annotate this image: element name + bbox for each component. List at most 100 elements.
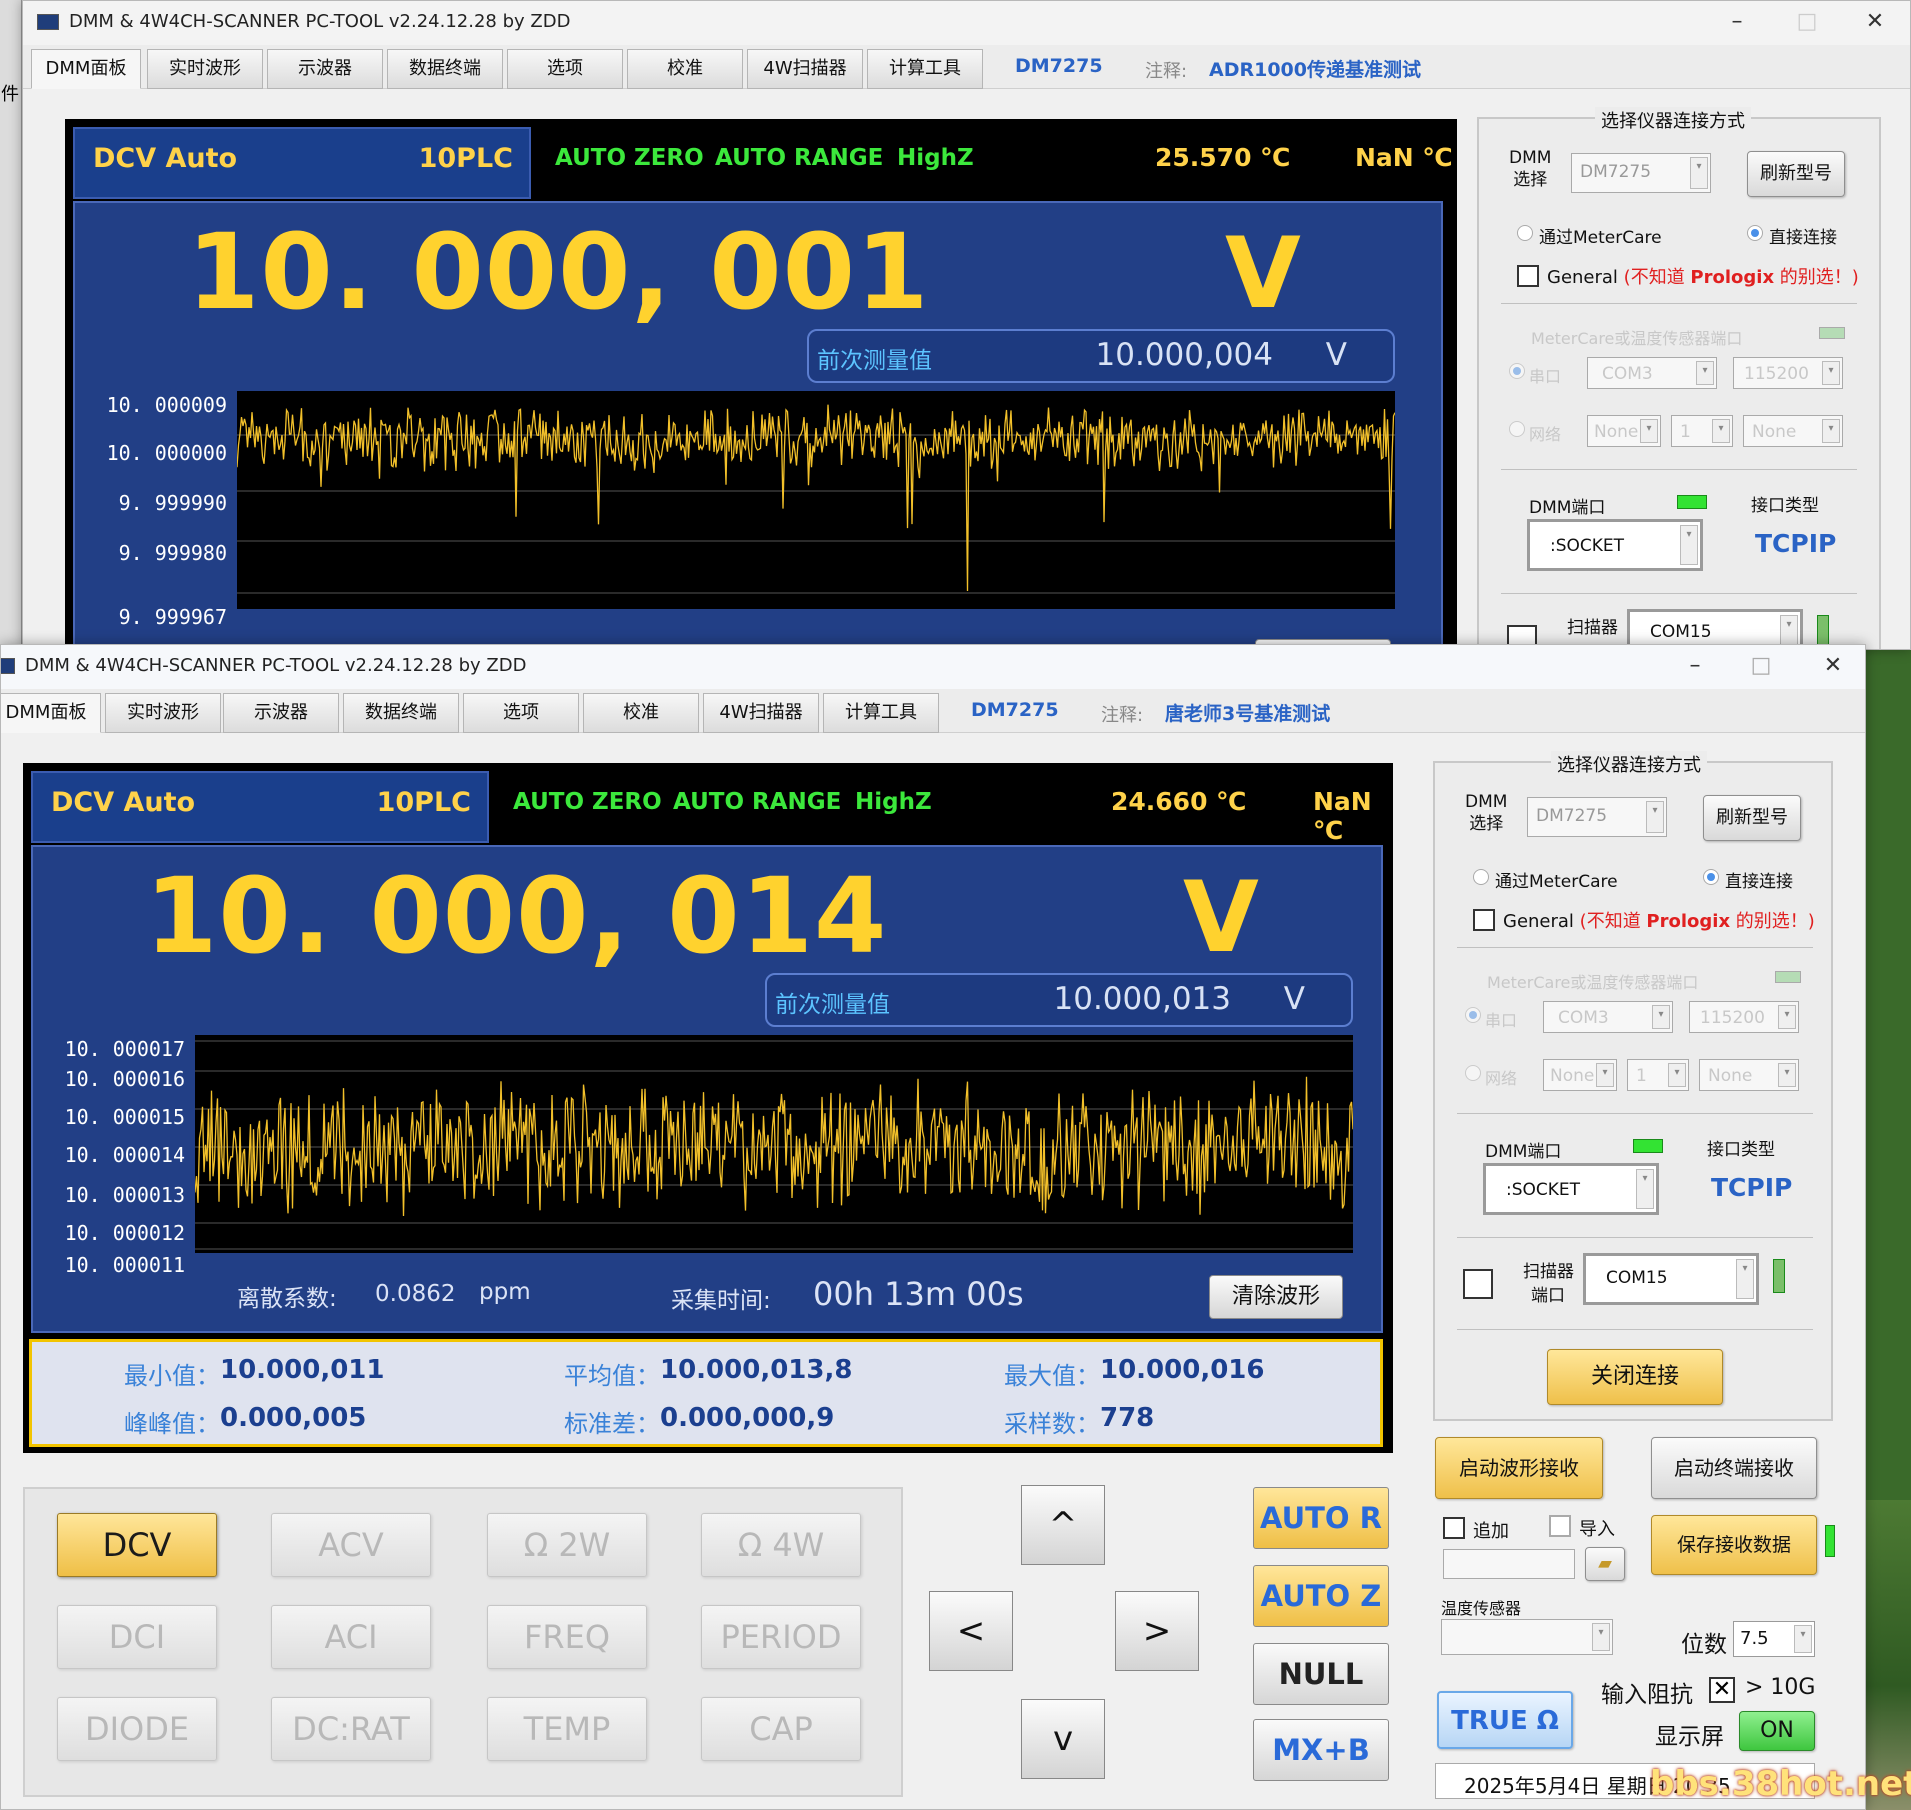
radio-direct[interactable] xyxy=(1703,869,1719,885)
maximize-button[interactable]: □ xyxy=(1783,5,1831,39)
tab-4w-scanner[interactable]: 4W扫描器 xyxy=(703,693,819,733)
radio-metercare[interactable] xyxy=(1517,225,1533,241)
network-select-3[interactable]: None ▾ xyxy=(1743,415,1843,447)
save-received-data-button[interactable]: 保存接收数据 xyxy=(1651,1515,1817,1575)
key-ohm-4w[interactable]: Ω 4W xyxy=(701,1513,861,1577)
arrow-left-button[interactable]: < xyxy=(929,1591,1013,1671)
temp-sensor-select[interactable]: ▾ xyxy=(1441,1619,1613,1655)
import-checkbox[interactable] xyxy=(1549,1515,1571,1537)
metercare-option-label: 通过MeterCare xyxy=(1539,228,1662,248)
arrow-right-button[interactable]: > xyxy=(1115,1591,1199,1671)
key-cap[interactable]: CAP xyxy=(701,1697,861,1761)
arrow-up-button[interactable]: ^ xyxy=(1021,1485,1105,1565)
tab-dmm-panel[interactable]: DMM面板 xyxy=(1,693,101,733)
start-terminal-receive-button[interactable]: 启动终端接收 xyxy=(1651,1437,1817,1499)
refresh-model-button[interactable]: 刷新型号 xyxy=(1747,151,1845,197)
refresh-model-button[interactable]: 刷新型号 xyxy=(1703,795,1801,841)
network-select-1[interactable]: None ▾ xyxy=(1543,1059,1617,1091)
tab-calc-tools[interactable]: 计算工具 xyxy=(823,693,939,733)
tab-dmm-panel[interactable]: DMM面板 xyxy=(31,49,141,89)
radio-direct[interactable] xyxy=(1747,225,1763,241)
back-window: DMM & 4W4CH-SCANNER PC-TOOL v2.24.12.28 … xyxy=(22,0,1911,650)
key-label: DC:RAT xyxy=(292,1710,410,1748)
tab-label: 校准 xyxy=(623,702,659,723)
true-ohm-button[interactable]: TRUE Ω xyxy=(1437,1691,1573,1749)
radio-network[interactable] xyxy=(1465,1065,1481,1081)
display-toggle[interactable]: ON xyxy=(1739,1711,1815,1751)
general-warning-a: (不知道 xyxy=(1623,267,1691,288)
chevron-down-icon: ▾ xyxy=(1640,419,1658,443)
key-dcv[interactable]: DCV xyxy=(57,1513,217,1577)
import-path-field[interactable] xyxy=(1443,1549,1575,1579)
key-dci[interactable]: DCI xyxy=(57,1605,217,1669)
tab-options[interactable]: 选项 xyxy=(507,49,623,89)
baud-select[interactable]: 115200 ▾ xyxy=(1733,357,1843,389)
dmm-port-select[interactable]: :SOCKET ▾ xyxy=(1483,1163,1659,1215)
network-select-2[interactable]: 1 ▾ xyxy=(1671,415,1733,447)
tab-data-terminal[interactable]: 数据终端 xyxy=(343,693,459,733)
key-freq[interactable]: FREQ xyxy=(487,1605,647,1669)
tab-realtime-wave[interactable]: 实时波形 xyxy=(147,49,263,89)
serial-com-select[interactable]: COM3 ▾ xyxy=(1543,1001,1673,1033)
auto-zero-button[interactable]: AUTO Z xyxy=(1253,1565,1389,1627)
key-diode[interactable]: DIODE xyxy=(57,1697,217,1761)
scanner-checkbox[interactable] xyxy=(1463,1269,1493,1299)
minimize-button[interactable]: – xyxy=(1671,649,1719,683)
key-aci[interactable]: ACI xyxy=(271,1605,431,1669)
tab-realtime-wave[interactable]: 实时波形 xyxy=(105,693,221,733)
key-period[interactable]: PERIOD xyxy=(701,1605,861,1669)
baud-select[interactable]: 115200 ▾ xyxy=(1689,1001,1799,1033)
elapsed-label: 采集时间: xyxy=(671,1288,771,1314)
chevron-down-icon: ▾ xyxy=(1680,525,1698,565)
close-button[interactable]: ✕ xyxy=(1851,5,1899,39)
tab-calc-tools[interactable]: 计算工具 xyxy=(867,49,983,89)
radio-serial[interactable] xyxy=(1465,1007,1481,1023)
back-display: DCV Auto 10PLC AUTO ZERO AUTO RANGE High… xyxy=(65,119,1457,649)
digits-select[interactable]: 7.5 ▾ xyxy=(1733,1621,1815,1657)
radio-metercare[interactable] xyxy=(1473,869,1489,885)
auto-range-button[interactable]: AUTO R xyxy=(1253,1487,1389,1549)
scanner-led xyxy=(1773,1259,1785,1293)
general-checkbox[interactable] xyxy=(1517,265,1539,287)
key-acv[interactable]: ACV xyxy=(271,1513,431,1577)
radio-serial[interactable] xyxy=(1509,363,1525,379)
general-checkbox[interactable] xyxy=(1473,909,1495,931)
front-connection-panel: 选择仪器连接方式 DMM 选择 DM7275 ▾ 刷新型号 通过MeterCare … xyxy=(1433,751,1833,1421)
key-ohm-2w[interactable]: Ω 2W xyxy=(487,1513,647,1577)
arrow-down-button[interactable]: v xyxy=(1021,1699,1105,1779)
dmm-port-select[interactable]: :SOCKET ▾ xyxy=(1527,519,1703,571)
tab-oscilloscope[interactable]: 示波器 xyxy=(267,49,383,89)
clear-waveform-button[interactable]: 清除波形 xyxy=(1209,1275,1343,1319)
tab-options[interactable]: 选项 xyxy=(463,693,579,733)
tab-data-terminal[interactable]: 数据终端 xyxy=(387,49,503,89)
network-select-1[interactable]: None ▾ xyxy=(1587,415,1661,447)
append-checkbox[interactable] xyxy=(1443,1517,1465,1539)
network-select-2[interactable]: 1 ▾ xyxy=(1627,1059,1689,1091)
tab-label: 计算工具 xyxy=(845,702,917,723)
key-temp[interactable]: TEMP xyxy=(487,1697,647,1761)
tab-calibration[interactable]: 校准 xyxy=(583,693,699,733)
folder-open-button[interactable]: ▰ xyxy=(1585,1547,1625,1581)
close-connection-button[interactable]: 关闭连接 xyxy=(1547,1349,1723,1405)
radio-network[interactable] xyxy=(1509,421,1525,437)
temperature-2: NaN ℃ xyxy=(1313,787,1372,845)
dmm-model-select[interactable]: DM7275 ▾ xyxy=(1527,797,1667,837)
network-select-3[interactable]: None ▾ xyxy=(1699,1059,1799,1091)
minimize-button[interactable]: – xyxy=(1713,5,1761,39)
dmm-model-select[interactable]: DM7275 ▾ xyxy=(1571,153,1711,193)
input-impedance-checkbox[interactable]: ✕ xyxy=(1709,1677,1735,1703)
mx-b-button[interactable]: MX+B xyxy=(1253,1719,1389,1781)
tab-4w-scanner[interactable]: 4W扫描器 xyxy=(747,49,863,89)
connection-group-title: 选择仪器连接方式 xyxy=(1595,107,1751,133)
general-text: General xyxy=(1503,911,1574,932)
start-wave-receive-button[interactable]: 启动波形接收 xyxy=(1435,1437,1603,1499)
close-button[interactable]: ✕ xyxy=(1809,649,1857,683)
maximize-button[interactable]: □ xyxy=(1737,649,1785,683)
scanner-com-select[interactable]: COM15 ▾ xyxy=(1583,1253,1759,1305)
serial-com-select[interactable]: COM3 ▾ xyxy=(1587,357,1717,389)
tab-calibration[interactable]: 校准 xyxy=(627,49,743,89)
null-button[interactable]: NULL xyxy=(1253,1643,1389,1705)
digits-value: 7.5 xyxy=(1740,1628,1769,1649)
tab-oscilloscope[interactable]: 示波器 xyxy=(223,693,339,733)
key-dc-ratio[interactable]: DC:RAT xyxy=(271,1697,431,1761)
